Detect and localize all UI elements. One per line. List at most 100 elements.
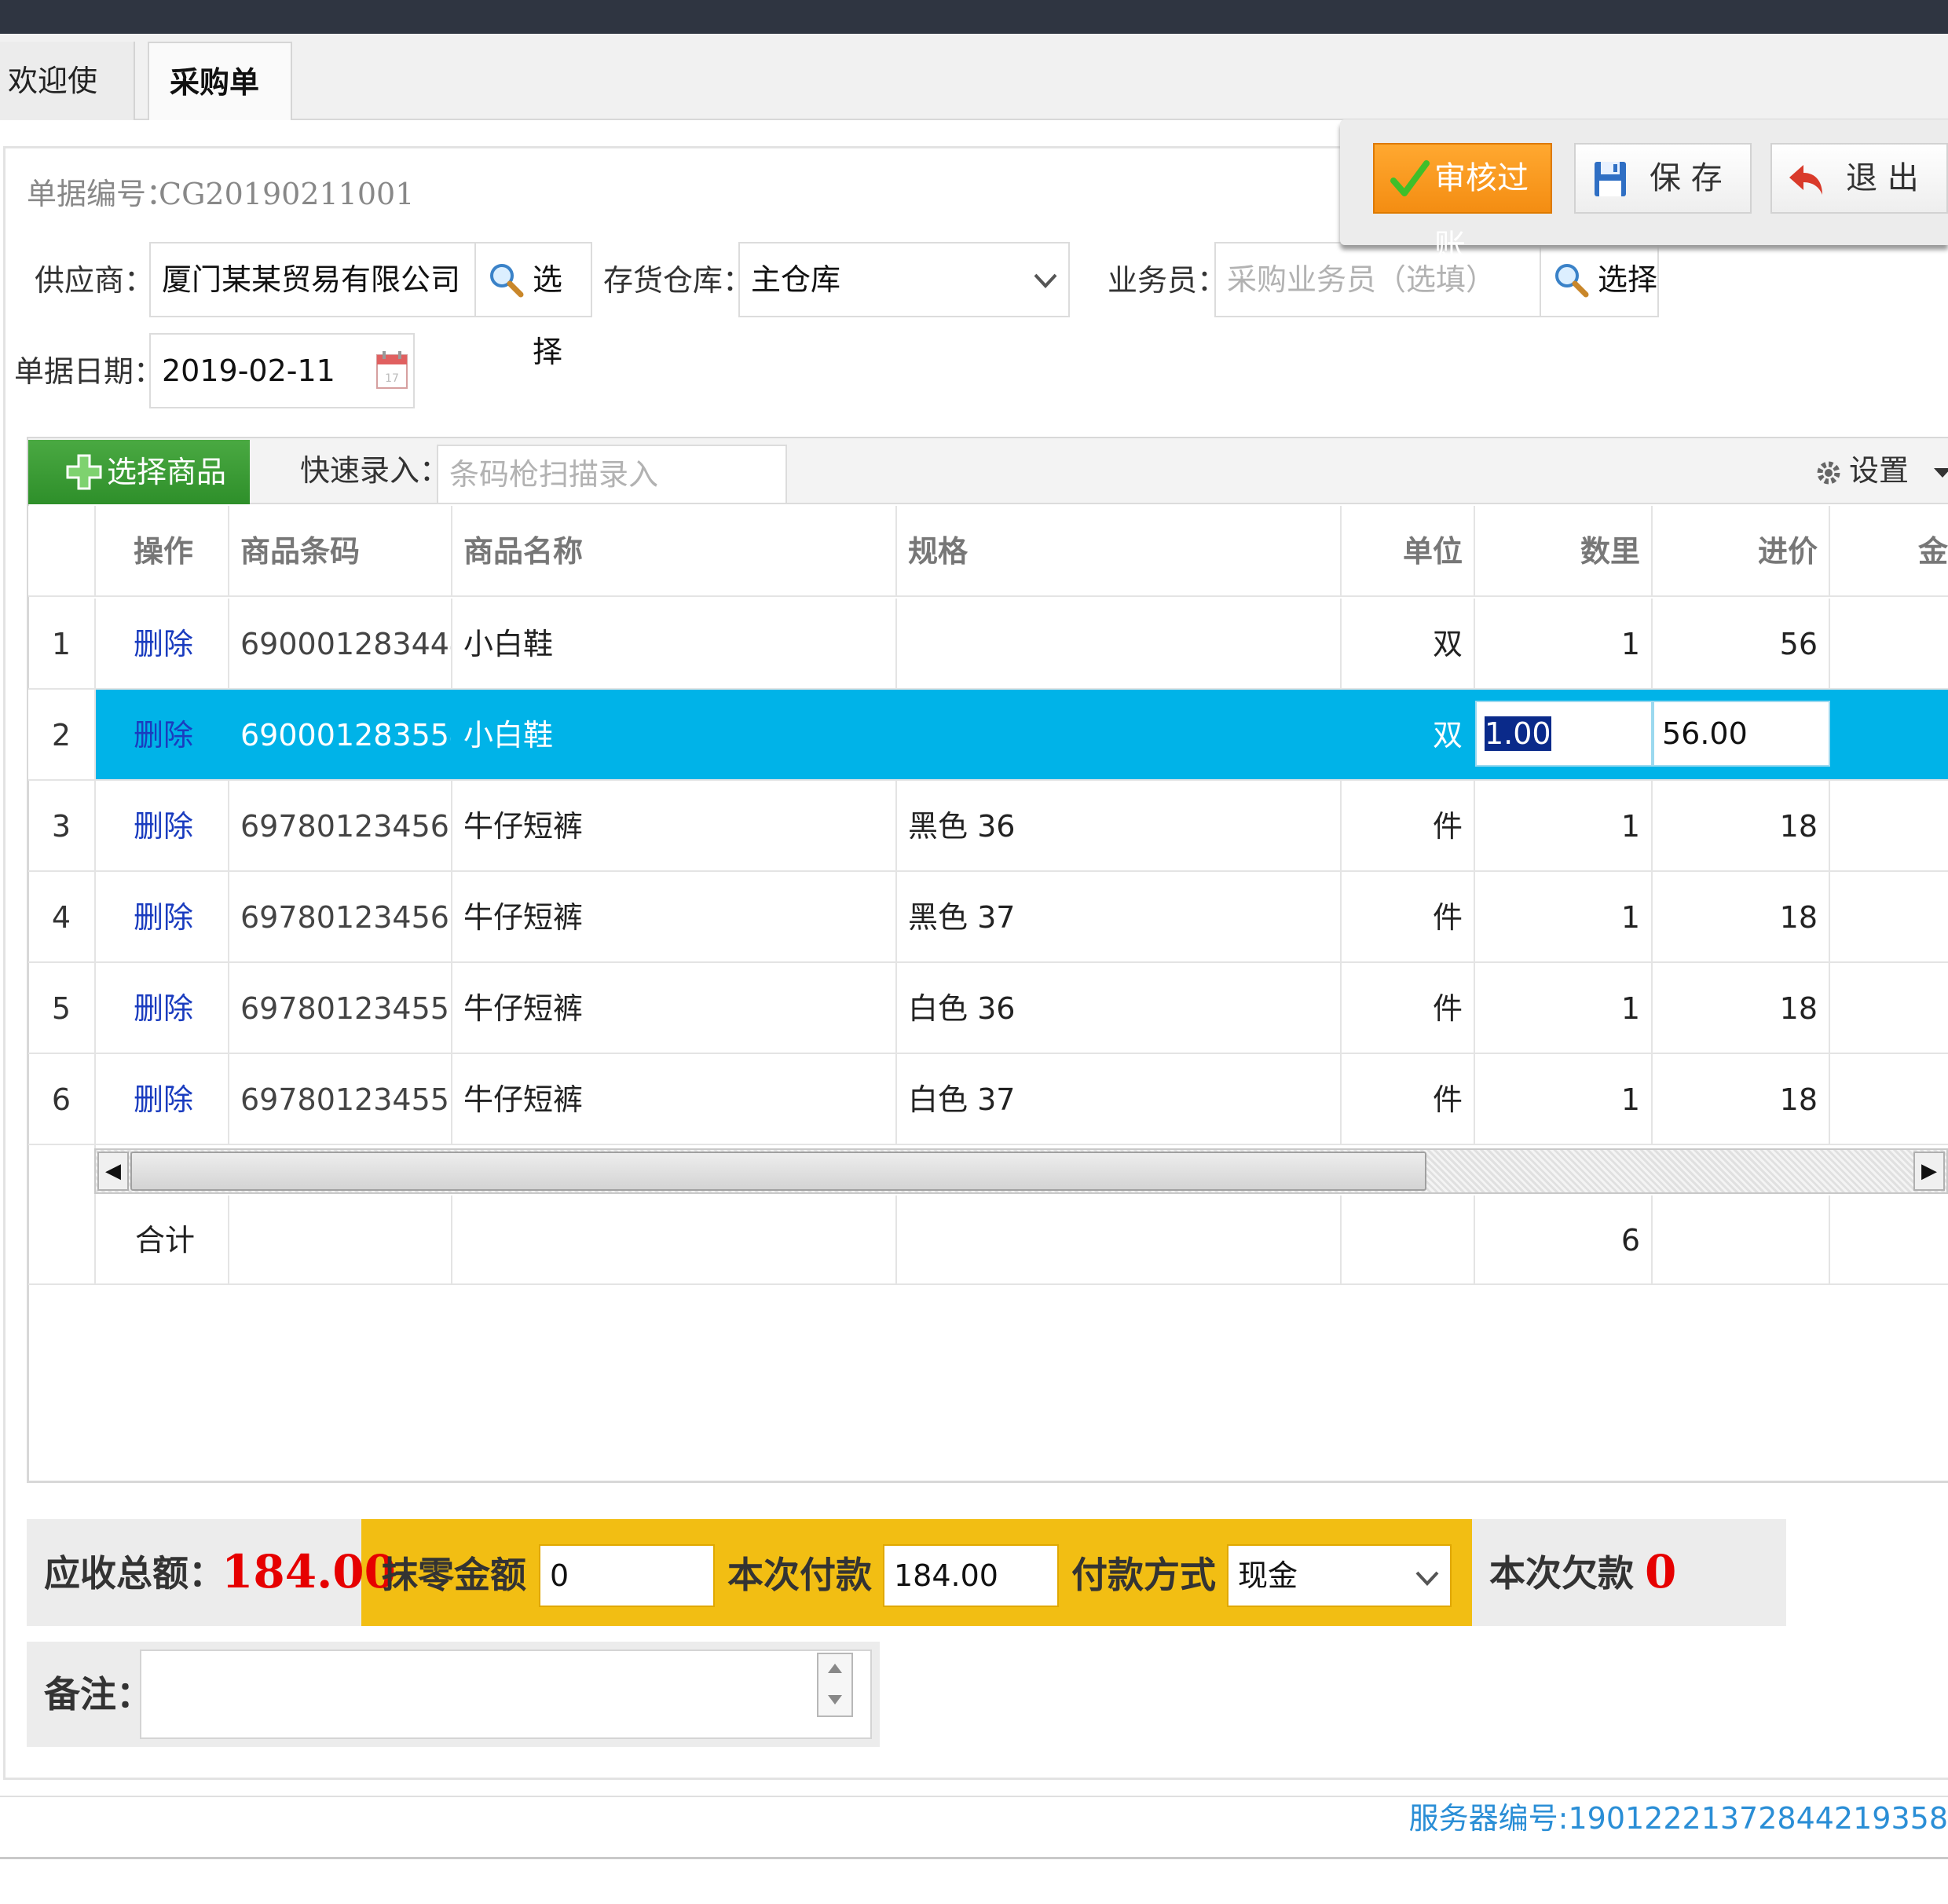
select-goods-button[interactable]: 选择商品	[28, 440, 250, 504]
exit-button[interactable]: 退 出	[1770, 143, 1948, 214]
scroll-up-icon[interactable]	[825, 1661, 845, 1676]
qty-edit-input[interactable]: 1.00	[1475, 701, 1653, 767]
settings-button[interactable]: 设置	[1814, 456, 1948, 487]
receivable-label: 应收总额：	[44, 1552, 225, 1595]
row-code: 6978012345637	[229, 872, 452, 961]
total-qty: 6	[1475, 1195, 1653, 1283]
save-button[interactable]: 保 存	[1574, 143, 1752, 214]
warehouse-value: 主仓库	[751, 262, 841, 297]
search-icon	[490, 264, 524, 298]
row-qty[interactable]: 1	[1475, 872, 1653, 961]
tab-strip: 欢迎使用 采购单×	[0, 34, 1948, 178]
row-code: 6978012345536	[229, 963, 452, 1053]
total-code	[229, 1195, 452, 1283]
clerk-select-label: 选择	[1598, 262, 1658, 297]
toolbar: 审核过账 保 存 退 出	[1340, 119, 1948, 264]
total-name	[452, 1195, 897, 1283]
row-unit: 件	[1342, 963, 1475, 1053]
table-row[interactable]: 1 删除 6900012834446 小白鞋 双 1 56	[28, 599, 1948, 690]
row-price[interactable]: 18	[1653, 963, 1830, 1053]
supplier-field[interactable]: 厦门某某贸易有限公司	[149, 242, 476, 317]
delete-link[interactable]: 删除	[96, 781, 229, 870]
row-unit: 件	[1342, 781, 1475, 870]
settings-label: 设置	[1849, 453, 1910, 488]
header-price: 进价	[1653, 506, 1830, 595]
rounding-input[interactable]: 0	[539, 1544, 715, 1607]
delete-link[interactable]: 删除	[96, 872, 229, 961]
header-amount-partial: 金	[1917, 534, 1948, 569]
table-row[interactable]: 6 删除 6978012345537 牛仔短裤 白色 37 件 1 18	[28, 1054, 1948, 1145]
delete-link[interactable]: 删除	[96, 1054, 229, 1144]
row-price[interactable]: 18	[1653, 872, 1830, 961]
supplier-label: 供应商：	[35, 263, 155, 298]
doc-no-label: 单据编号：	[27, 177, 177, 211]
chevron-down-icon	[1034, 273, 1057, 288]
scroll-right-icon[interactable]: ▶	[1913, 1152, 1945, 1191]
payment-input[interactable]: 184.00	[883, 1544, 1059, 1607]
total-spec	[897, 1195, 1342, 1283]
total-amount	[1830, 1195, 1948, 1283]
header-qty: 数里	[1475, 506, 1653, 595]
remark-textarea[interactable]	[140, 1650, 872, 1739]
table-row[interactable]: 4 删除 6978012345637 牛仔短裤 黑色 37 件 1 18	[28, 872, 1948, 963]
clerk-select-button[interactable]: 选择	[1540, 242, 1659, 317]
delete-link[interactable]: 删除	[96, 963, 229, 1053]
scroll-left-icon[interactable]: ◀	[97, 1152, 129, 1191]
warehouse-select[interactable]: 主仓库	[738, 242, 1070, 317]
calendar-icon[interactable]: 17	[375, 350, 408, 390]
header-code: 商品条码	[229, 506, 452, 595]
barcode-input[interactable]: 条码枪扫描录入	[437, 445, 787, 504]
row-code: 6978012345537	[229, 1054, 452, 1144]
checkmark-icon	[1390, 160, 1430, 196]
row-unit: 件	[1342, 872, 1475, 961]
scroll-down-icon[interactable]	[825, 1692, 845, 1708]
row-qty[interactable]: 1	[1475, 1054, 1653, 1144]
table-row[interactable]: 3 删除 6978012345636 牛仔短裤 黑色 36 件 1 18	[28, 781, 1948, 872]
payment-method-select[interactable]: 现金	[1227, 1544, 1452, 1607]
row-unit: 双	[1342, 690, 1475, 779]
row-price[interactable]: 56	[1653, 599, 1830, 688]
row-price[interactable]: 18	[1653, 781, 1830, 870]
remark-scroll[interactable]	[817, 1653, 853, 1717]
tab-purchase-order[interactable]: 采购单×	[148, 42, 292, 178]
approve-button[interactable]: 审核过账	[1373, 143, 1552, 264]
payment-label: 本次付款	[727, 1554, 872, 1596]
horizontal-scrollbar[interactable]: ◀ ▶	[94, 1148, 1948, 1194]
row-index: 1	[28, 599, 96, 688]
floppy-disk-icon	[1595, 162, 1626, 196]
table-row-selected[interactable]: 2 删除 6900012835546 小白鞋 双 1.00 56.00	[28, 690, 1948, 781]
supplier-select-button[interactable]: 选择	[474, 242, 592, 369]
row-qty[interactable]: 1	[1475, 599, 1653, 688]
scroll-thumb[interactable]	[130, 1152, 1426, 1191]
grid-header-row: 操作 商品条码 商品名称 规格 单位 数里 进价 金	[28, 506, 1948, 597]
delete-link[interactable]: 删除	[96, 599, 229, 688]
row-qty[interactable]: 1	[1475, 963, 1653, 1053]
header-spec: 规格	[897, 506, 1342, 595]
search-icon	[1555, 264, 1589, 298]
header-index	[28, 506, 96, 595]
row-price[interactable]: 18	[1653, 1054, 1830, 1144]
row-name: 牛仔短裤	[452, 1054, 897, 1144]
tab-purchase-order-label: 采购单	[170, 65, 260, 100]
table-row[interactable]: 5 删除 6978012345536 牛仔短裤 白色 36 件 1 18	[28, 963, 1948, 1054]
date-field[interactable]: 2019-02-11 17	[149, 333, 415, 408]
price-edit-input[interactable]: 56.00	[1653, 701, 1830, 767]
row-name: 小白鞋	[452, 599, 897, 688]
row-amount	[1830, 872, 1948, 961]
clerk-field[interactable]: 采购业务员（选填）	[1214, 242, 1541, 317]
row-qty[interactable]: 1	[1475, 781, 1653, 870]
total-label: 合计	[96, 1195, 229, 1283]
top-bar	[0, 0, 1948, 34]
row-spec	[897, 690, 1342, 779]
date-value: 2019-02-11	[162, 353, 335, 388]
delete-link[interactable]: 删除	[96, 690, 229, 779]
server-number: 服务器编号:19012221372844219358	[1408, 1801, 1948, 1836]
tab-welcome[interactable]: 欢迎使用	[0, 42, 135, 177]
payment-method-label: 付款方式	[1071, 1554, 1216, 1596]
total-index	[28, 1195, 96, 1283]
exit-label: 退 出	[1846, 160, 1919, 196]
header-name: 商品名称	[452, 506, 897, 595]
undo-arrow-icon	[1789, 165, 1822, 195]
row-index: 3	[28, 781, 96, 870]
row-index: 4	[28, 872, 96, 961]
